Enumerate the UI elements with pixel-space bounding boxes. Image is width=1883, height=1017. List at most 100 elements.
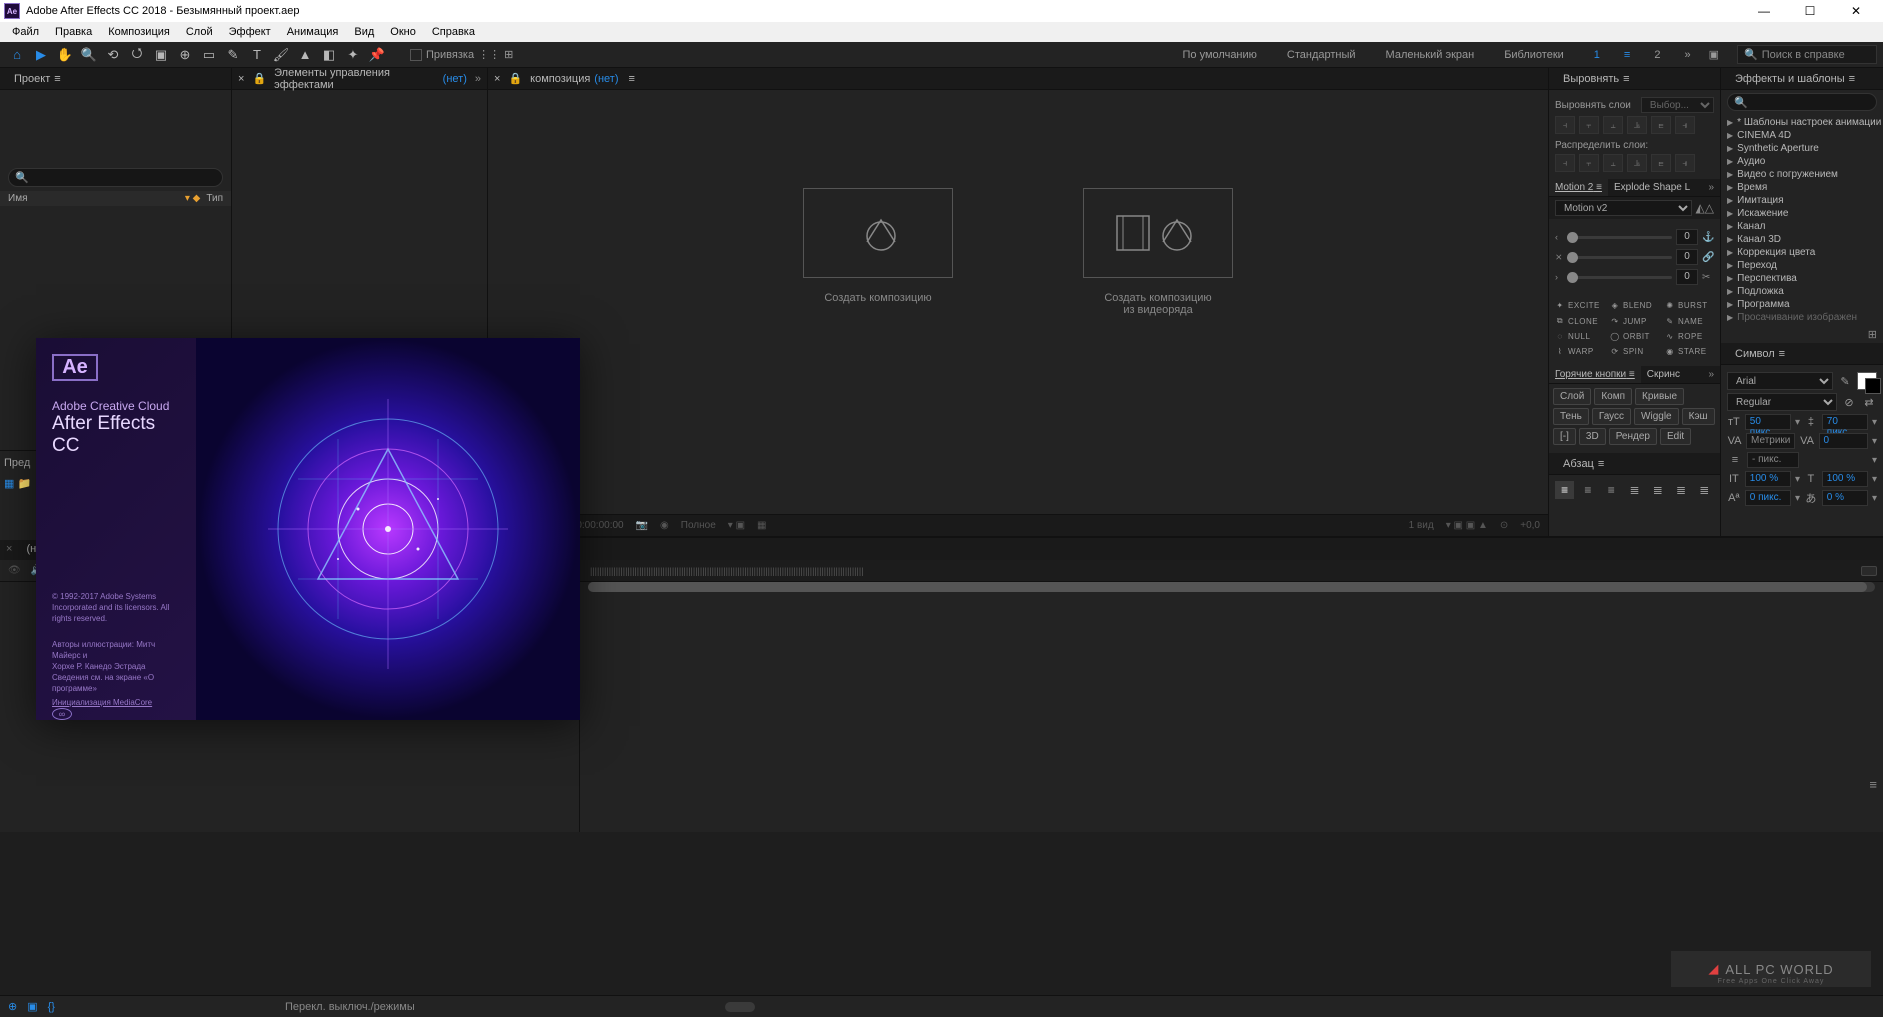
roto-tool[interactable]: ✦ xyxy=(342,44,364,66)
motion-orbit[interactable]: ◯ORBIT xyxy=(1608,330,1661,343)
tree-item[interactable]: ▶Канал 3D xyxy=(1721,233,1883,246)
workspace-overflow-icon[interactable]: » xyxy=(1684,49,1690,61)
leading-value[interactable]: 70 пикс. xyxy=(1822,414,1868,430)
tree-item[interactable]: ▶CINEMA 4D xyxy=(1721,129,1883,142)
project-tab[interactable]: Проект ≡ xyxy=(6,70,69,88)
panel-menu-icon[interactable]: ≡ xyxy=(629,73,635,85)
selection-tool[interactable]: ▶ xyxy=(30,44,52,66)
hscale-value[interactable]: 100 % xyxy=(1822,471,1868,487)
font-style-select[interactable]: Regular xyxy=(1727,393,1837,411)
distribute-btn[interactable]: ⫡ xyxy=(1627,154,1647,172)
menu-animation[interactable]: Анимация xyxy=(279,24,347,40)
font-size-value[interactable]: 50 пикс. xyxy=(1745,414,1791,430)
project-col-type[interactable]: Тип xyxy=(206,193,223,204)
workspace-standard[interactable]: Стандартный xyxy=(1281,46,1362,64)
puppet-tool[interactable]: 📌 xyxy=(366,44,388,66)
justify-left-icon[interactable]: ≣ xyxy=(1625,481,1644,499)
distribute-btn[interactable]: ⫞ xyxy=(1555,154,1575,172)
close-tab-icon[interactable]: × xyxy=(6,543,12,555)
roi-icon[interactable]: ▾ ▣ xyxy=(728,520,745,531)
slider-1-value[interactable]: 0 xyxy=(1676,229,1698,245)
slider-3[interactable] xyxy=(1567,276,1672,279)
workspace-small[interactable]: Маленький экран xyxy=(1380,46,1481,64)
hk-gauss[interactable]: Гаусс xyxy=(1592,408,1631,425)
motion-null[interactable]: ◌NULL xyxy=(1553,330,1606,343)
hk-3d[interactable]: 3D xyxy=(1579,428,1606,445)
motion-blend[interactable]: ◈BLEND xyxy=(1608,299,1661,312)
baseline-value[interactable]: 0 пикс. xyxy=(1745,490,1791,506)
hk-wiggle[interactable]: Wiggle xyxy=(1634,408,1679,425)
project-search[interactable]: 🔍 xyxy=(8,168,223,187)
tree-item[interactable]: ▶Аудио xyxy=(1721,155,1883,168)
anchor-icon[interactable]: ⚓ xyxy=(1702,232,1714,243)
status-icon-2[interactable]: ▣ xyxy=(27,1000,37,1013)
menu-composition[interactable]: Композиция xyxy=(100,24,178,40)
timeline-menu-icon[interactable]: ≡ xyxy=(1869,777,1877,792)
clip-icon[interactable]: ✂ xyxy=(1702,272,1714,283)
tree-item[interactable]: ▶Имитация xyxy=(1721,194,1883,207)
swap-icon[interactable]: ⇄ xyxy=(1861,396,1877,409)
clone-stamp-tool[interactable]: ▲ xyxy=(294,44,316,66)
status-icon-1[interactable]: ⊕ xyxy=(8,1000,17,1013)
tree-item[interactable]: ▶Видео с погружением xyxy=(1721,168,1883,181)
stroke-width-value[interactable]: - пикс. xyxy=(1747,452,1799,468)
panel-overflow-icon[interactable]: » xyxy=(475,73,481,85)
justify-center-icon[interactable]: ≣ xyxy=(1648,481,1667,499)
eyedropper-icon[interactable]: ✎ xyxy=(1837,375,1853,388)
motion-spin[interactable]: ⟳SPIN xyxy=(1608,345,1661,358)
justify-right-icon[interactable]: ≣ xyxy=(1671,481,1690,499)
workspace-2[interactable]: 2 xyxy=(1648,46,1666,64)
align-hcenter-icon[interactable]: ⫟ xyxy=(1579,116,1599,134)
hk-comp[interactable]: Комп xyxy=(1594,388,1632,405)
hk-shadow[interactable]: Тень xyxy=(1553,408,1589,425)
help-search[interactable]: 🔍 Поиск в справке xyxy=(1737,45,1877,64)
align-tab[interactable]: Выровнять ≡ xyxy=(1555,70,1638,88)
exposure-icon[interactable]: ⊙ xyxy=(1500,520,1508,531)
home-icon[interactable]: ⌂ xyxy=(6,44,28,66)
tree-item[interactable]: ▶Переход xyxy=(1721,259,1883,272)
hk-cache[interactable]: Кэш xyxy=(1682,408,1715,425)
hand-tool[interactable]: ✋ xyxy=(54,44,76,66)
fill-stroke-swatch[interactable] xyxy=(1857,372,1877,390)
workspace-1[interactable]: 1 xyxy=(1588,46,1606,64)
lock-icon[interactable]: 🔒 xyxy=(508,72,522,85)
hotkeys-overflow-icon[interactable]: » xyxy=(1702,366,1720,383)
tree-item[interactable]: ▶Канал xyxy=(1721,220,1883,233)
explode-shape-tab[interactable]: Explode Shape L xyxy=(1608,179,1696,196)
align-center-icon[interactable]: ≡ xyxy=(1578,481,1597,499)
motion-clone[interactable]: ⧉CLONE xyxy=(1553,314,1606,328)
hk-brackets[interactable]: [-] xyxy=(1553,428,1576,445)
hotkeys-tab[interactable]: Горячие кнопки ≡ xyxy=(1549,366,1641,383)
font-family-select[interactable]: Arial xyxy=(1727,372,1833,390)
timeline-zoom-icon[interactable] xyxy=(1861,566,1877,576)
slider-2-value[interactable]: 0 xyxy=(1676,249,1698,265)
project-col-label-icon[interactable]: ▾ ◆ xyxy=(185,193,201,204)
snap-checkbox[interactable] xyxy=(410,49,422,61)
motion-stare[interactable]: ◉STARE xyxy=(1663,345,1716,358)
motion-excite[interactable]: ✦EXCITE xyxy=(1553,299,1606,312)
motion-rope[interactable]: ∿ROPE xyxy=(1663,330,1716,343)
align-to-select[interactable]: Выбор... xyxy=(1641,97,1714,113)
tsume-value[interactable]: 0 % xyxy=(1822,490,1868,506)
motion-overflow-icon[interactable]: » xyxy=(1702,179,1720,196)
maximize-button[interactable]: ☐ xyxy=(1787,1,1833,21)
eraser-tool[interactable]: ◧ xyxy=(318,44,340,66)
panel-menu-icon[interactable]: ≡ xyxy=(54,73,60,85)
effects-presets-tab[interactable]: Эффекты и шаблоны ≡ xyxy=(1727,70,1863,88)
tree-item[interactable]: ▶Перспектива xyxy=(1721,272,1883,285)
screens-tab[interactable]: Скринс xyxy=(1641,366,1686,383)
hk-render[interactable]: Рендер xyxy=(1609,428,1657,445)
slider-left-icon[interactable]: ‹ xyxy=(1555,232,1563,242)
menu-edit[interactable]: Правка xyxy=(47,24,100,40)
render-queue-label[interactable]: Пред xyxy=(4,457,32,469)
align-left-icon[interactable]: ≡ xyxy=(1555,481,1574,499)
minimize-button[interactable]: — xyxy=(1741,1,1787,21)
slider-3-value[interactable]: 0 xyxy=(1676,269,1698,285)
composition-tab[interactable]: 🔒 композиция (нет) ≡ xyxy=(500,69,642,88)
tree-item[interactable]: ▶Подложка xyxy=(1721,285,1883,298)
create-composition-from-footage-card[interactable]: Создать композицию из видеоряда xyxy=(1058,188,1258,316)
workspace-libraries[interactable]: Библиотеки xyxy=(1498,46,1570,64)
align-vcenter-icon[interactable]: ⫢ xyxy=(1651,116,1671,134)
motion-preset-select[interactable]: Motion v2 xyxy=(1555,200,1692,216)
motion-name[interactable]: ✎NAME xyxy=(1663,314,1716,328)
